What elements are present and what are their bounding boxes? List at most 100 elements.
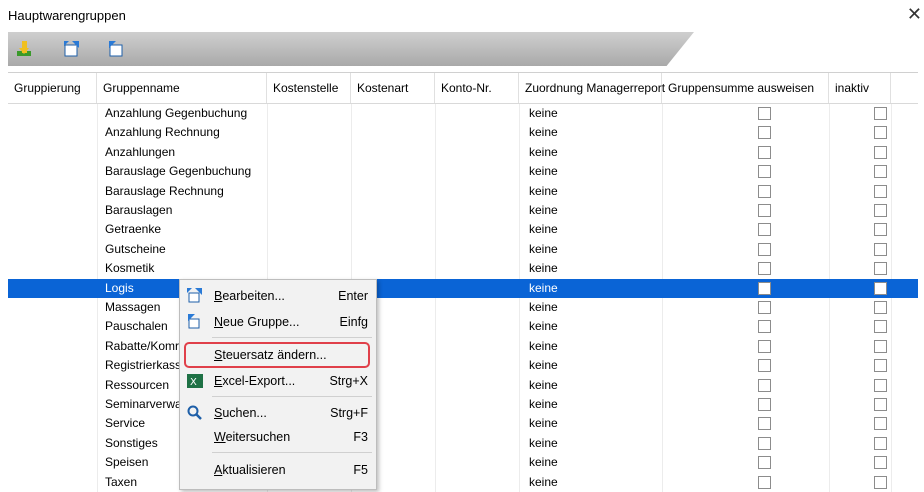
table-row[interactable]: Registrierkass keine xyxy=(8,356,918,376)
column-divider xyxy=(435,336,436,357)
column-divider xyxy=(435,162,436,182)
table-row[interactable]: Ressourcen keine xyxy=(8,375,918,395)
table-row[interactable]: Barauslage Gegenbuchung keine xyxy=(8,162,918,182)
table-row[interactable]: Taxen keine xyxy=(8,472,918,492)
checkbox-gruppensumme[interactable] xyxy=(758,223,771,237)
table-row[interactable]: Gutscheine keine xyxy=(8,239,918,260)
checkbox-inaktiv[interactable] xyxy=(874,398,887,411)
table-row[interactable]: Massagen keine xyxy=(8,298,918,318)
table-row[interactable]: Getraenke keine xyxy=(8,220,918,240)
table-row[interactable]: Pauschalen keine xyxy=(8,317,918,337)
table-row[interactable]: Service keine xyxy=(8,414,918,434)
column-divider xyxy=(97,336,98,357)
checkbox-inaktiv[interactable] xyxy=(874,436,887,450)
table-row[interactable]: Sonstiges keine xyxy=(8,433,918,454)
checkbox-inaktiv[interactable] xyxy=(874,378,887,392)
checkbox-gruppensumme[interactable] xyxy=(758,436,771,450)
checkbox-inaktiv[interactable] xyxy=(874,301,887,314)
menu-label: Weitersuchen xyxy=(214,430,291,444)
checkbox-inaktiv[interactable] xyxy=(874,107,887,120)
column-divider xyxy=(891,395,892,415)
checkbox-inaktiv[interactable] xyxy=(874,223,887,237)
checkbox-gruppensumme[interactable] xyxy=(758,378,771,392)
checkbox-gruppensumme[interactable] xyxy=(758,204,771,217)
cell-zuordnung: keine xyxy=(529,435,558,450)
close-icon[interactable]: ✕ xyxy=(907,4,922,25)
checkbox-gruppensumme[interactable] xyxy=(758,398,771,411)
checkbox-inaktiv[interactable] xyxy=(874,339,887,353)
table-row[interactable]: Seminarverwa keine xyxy=(8,395,918,415)
checkbox-inaktiv[interactable] xyxy=(874,475,887,489)
column-header-konto-nr[interactable]: Konto-Nr. xyxy=(435,73,519,103)
table-row[interactable]: Anzahlung Rechnung keine xyxy=(8,123,918,143)
table-row[interactable]: Anzahlung Gegenbuchung keine xyxy=(8,104,918,124)
checkbox-gruppensumme[interactable] xyxy=(758,126,771,140)
column-header-zuordnung[interactable]: Zuordnung Managerreport xyxy=(519,73,665,103)
checkbox-inaktiv[interactable] xyxy=(874,359,887,373)
menu-item-bearbeiten[interactable]: Bearbeiten... Enter xyxy=(180,284,376,308)
column-divider xyxy=(829,201,830,221)
checkbox-gruppensumme[interactable] xyxy=(758,281,771,295)
checkbox-inaktiv[interactable] xyxy=(874,126,887,140)
edit-icon xyxy=(186,287,204,305)
table-row[interactable]: Logis keine xyxy=(8,278,918,298)
column-divider xyxy=(519,239,520,260)
column-divider xyxy=(829,239,830,260)
table-row[interactable]: Barauslagen keine xyxy=(8,201,918,221)
checkbox-inaktiv[interactable] xyxy=(874,204,887,217)
checkbox-gruppensumme[interactable] xyxy=(758,475,771,489)
table-row[interactable]: Kosmetik keine xyxy=(8,259,918,279)
new-group-icon[interactable] xyxy=(106,39,126,59)
menu-item-weitersuchen[interactable]: Weitersuchen F3 xyxy=(180,425,376,449)
checkbox-inaktiv[interactable] xyxy=(874,456,887,470)
cell-gruppenname: Taxen xyxy=(105,474,138,489)
checkbox-inaktiv[interactable] xyxy=(874,242,887,256)
checkbox-inaktiv[interactable] xyxy=(874,184,887,198)
checkbox-inaktiv[interactable] xyxy=(874,281,887,295)
checkbox-gruppensumme[interactable] xyxy=(758,417,771,431)
column-header-kostenart[interactable]: Kostenart xyxy=(351,73,435,103)
table-row[interactable]: Rabatte/Komr keine xyxy=(8,336,918,357)
checkbox-gruppensumme[interactable] xyxy=(758,107,771,120)
column-header-gruppensumme[interactable]: Gruppensumme ausweisen xyxy=(662,73,829,103)
checkbox-gruppensumme[interactable] xyxy=(758,339,771,353)
table-row[interactable]: Barauslage Rechnung keine xyxy=(8,181,918,201)
column-divider xyxy=(519,395,520,415)
checkbox-inaktiv[interactable] xyxy=(874,165,887,179)
groups-table[interactable]: Gruppierung Gruppenname Kostenstelle Kos… xyxy=(8,72,918,492)
column-divider xyxy=(662,453,663,473)
checkbox-inaktiv[interactable] xyxy=(874,145,887,159)
cell-zuordnung: keine xyxy=(529,338,558,353)
checkbox-gruppensumme[interactable] xyxy=(758,456,771,470)
menu-item-suchen[interactable]: Suchen... Strg+F xyxy=(180,401,376,425)
checkbox-gruppensumme[interactable] xyxy=(758,320,771,334)
column-divider xyxy=(662,375,663,395)
menu-item-excel-export[interactable]: X Excel-Export... Strg+X xyxy=(180,369,376,393)
exit-icon[interactable] xyxy=(14,39,34,59)
table-row[interactable]: Anzahlungen keine xyxy=(8,142,918,163)
checkbox-inaktiv[interactable] xyxy=(874,262,887,276)
checkbox-gruppensumme[interactable] xyxy=(758,145,771,159)
column-header-kostenstelle[interactable]: Kostenstelle xyxy=(267,73,351,103)
table-header: Gruppierung Gruppenname Kostenstelle Kos… xyxy=(8,73,918,104)
table-row[interactable]: Speisen keine xyxy=(8,453,918,473)
checkbox-gruppensumme[interactable] xyxy=(758,359,771,373)
column-header-inaktiv[interactable]: inaktiv xyxy=(829,73,891,103)
column-divider xyxy=(267,220,268,240)
checkbox-gruppensumme[interactable] xyxy=(758,184,771,198)
column-divider xyxy=(662,239,663,260)
menu-item-aktualisieren[interactable]: Aktualisieren F5 xyxy=(180,458,376,482)
column-divider xyxy=(891,356,892,376)
checkbox-inaktiv[interactable] xyxy=(874,320,887,334)
edit-icon[interactable] xyxy=(62,39,82,59)
column-header-gruppierung[interactable]: Gruppierung xyxy=(8,73,97,103)
checkbox-gruppensumme[interactable] xyxy=(758,242,771,256)
checkbox-inaktiv[interactable] xyxy=(874,417,887,431)
column-header-gruppenname[interactable]: Gruppenname xyxy=(97,73,267,103)
checkbox-gruppensumme[interactable] xyxy=(758,301,771,314)
checkbox-gruppensumme[interactable] xyxy=(758,165,771,179)
checkbox-gruppensumme[interactable] xyxy=(758,262,771,276)
cell-gruppenname: Getraenke xyxy=(105,222,162,237)
column-divider xyxy=(267,162,268,182)
menu-item-neue-gruppe[interactable]: Neue Gruppe... Einfg xyxy=(180,310,376,334)
